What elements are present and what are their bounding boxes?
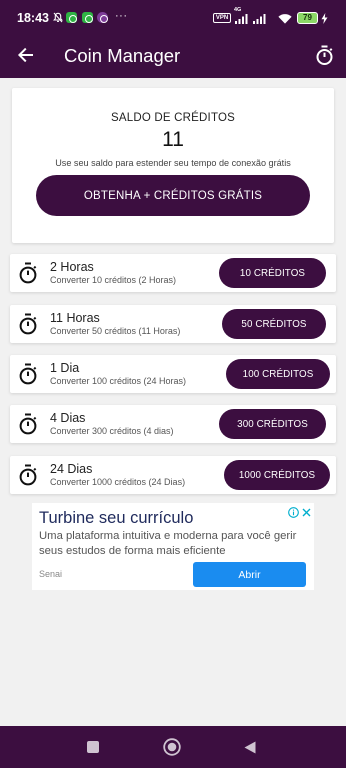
convert-credits-button[interactable]: 300 CRÉDITOS — [219, 409, 326, 439]
back-button[interactable] — [12, 42, 38, 68]
system-navigation-bar — [0, 726, 346, 768]
network-type-label: 4G — [234, 7, 242, 13]
notifications-muted-icon — [53, 12, 63, 23]
phone-screen: 18:43 ··· VPN 4G 79 Coin Manager SALDO D… — [0, 0, 346, 768]
back-triangle-icon — [244, 741, 256, 754]
green-app-notification-icon — [82, 12, 93, 23]
ad-info-icon[interactable] — [288, 507, 299, 518]
recent-apps-button[interactable] — [84, 738, 102, 756]
plan-row: 2 Horas Converter 10 créditos (2 Horas) … — [10, 254, 336, 292]
plan-title: 1 Dia — [50, 361, 80, 375]
convert-credits-button[interactable]: 50 CRÉDITOS — [222, 309, 326, 339]
balance-description: Use seu saldo para estender seu tempo de… — [55, 158, 291, 168]
purple-app-notification-icon — [97, 12, 108, 23]
timer-button[interactable] — [310, 41, 338, 69]
convert-credits-button[interactable]: 1000 CRÉDITOS — [224, 460, 330, 490]
ad-body: Uma plataforma intuitiva e moderna para … — [39, 530, 297, 557]
stopwatch-icon — [315, 45, 334, 66]
signal-icon — [235, 14, 248, 24]
green-app-notification-icon — [66, 12, 77, 23]
balance-card: SALDO DE CRÉDITOS 11 Use seu saldo para … — [12, 88, 334, 243]
native-ad[interactable]: Turbine seu currículo Uma plataforma int… — [32, 503, 314, 590]
plan-title: 11 Horas — [50, 311, 100, 325]
charging-icon — [321, 13, 328, 24]
home-button[interactable] — [163, 738, 181, 756]
status-bar: 18:43 ··· VPN 4G 79 — [0, 0, 346, 36]
more-notifications-indicator: ··· — [115, 10, 128, 22]
stopwatch-icon — [17, 413, 39, 435]
signal-icon — [253, 14, 266, 24]
ad-advertiser: Senai — [39, 569, 63, 579]
plan-subtitle: Converter 1000 créditos (24 Dias) — [50, 477, 186, 487]
plan-title: 24 Dias — [50, 462, 93, 476]
plan-row: 4 Dias Converter 300 créditos (4 dias) 3… — [10, 405, 336, 443]
status-time: 18:43 — [17, 11, 49, 25]
wifi-icon — [278, 13, 292, 24]
plan-row: 1 Dia Converter 100 créditos (24 Horas) … — [10, 355, 336, 393]
system-back-button[interactable] — [241, 738, 259, 756]
battery-level: 79 — [303, 13, 312, 22]
vpn-icon: VPN — [213, 13, 231, 23]
convert-credits-button[interactable]: 100 CRÉDITOS — [226, 359, 330, 389]
ad-open-button[interactable]: Abrir — [193, 562, 306, 587]
ad-close-icon[interactable] — [302, 508, 311, 517]
page-title: Coin Manager — [64, 45, 181, 66]
ad-title[interactable]: Turbine seu currículo — [39, 509, 193, 528]
plan-row: 11 Horas Converter 50 créditos (11 Horas… — [10, 305, 336, 343]
stopwatch-icon — [17, 262, 39, 284]
plan-subtitle: Converter 100 créditos (24 Horas) — [50, 376, 187, 386]
plan-title: 4 Dias — [50, 411, 86, 425]
app-bar: Coin Manager — [0, 36, 346, 78]
stopwatch-icon — [17, 313, 39, 335]
stopwatch-icon — [17, 464, 39, 486]
home-icon — [163, 738, 181, 756]
back-arrow-icon — [17, 47, 34, 63]
plan-subtitle: Converter 10 créditos (2 Horas) — [50, 275, 177, 285]
battery-icon: 79 — [297, 12, 318, 24]
recent-apps-icon — [87, 741, 99, 753]
balance-heading: SALDO DE CRÉDITOS — [111, 112, 235, 124]
get-free-credits-button[interactable]: OBTENHA + CRÉDITOS GRÁTIS — [36, 175, 310, 216]
balance-amount: 11 — [162, 128, 184, 151]
plan-row: 24 Dias Converter 1000 créditos (24 Dias… — [10, 456, 336, 494]
plan-subtitle: Converter 300 créditos (4 dias) — [50, 426, 174, 436]
plan-title: 2 Horas — [50, 260, 94, 274]
convert-credits-button[interactable]: 10 CRÉDITOS — [219, 258, 326, 288]
plan-subtitle: Converter 50 créditos (11 Horas) — [50, 326, 181, 336]
top-header: 18:43 ··· VPN 4G 79 Coin Manager — [0, 0, 346, 78]
stopwatch-icon — [17, 363, 39, 385]
